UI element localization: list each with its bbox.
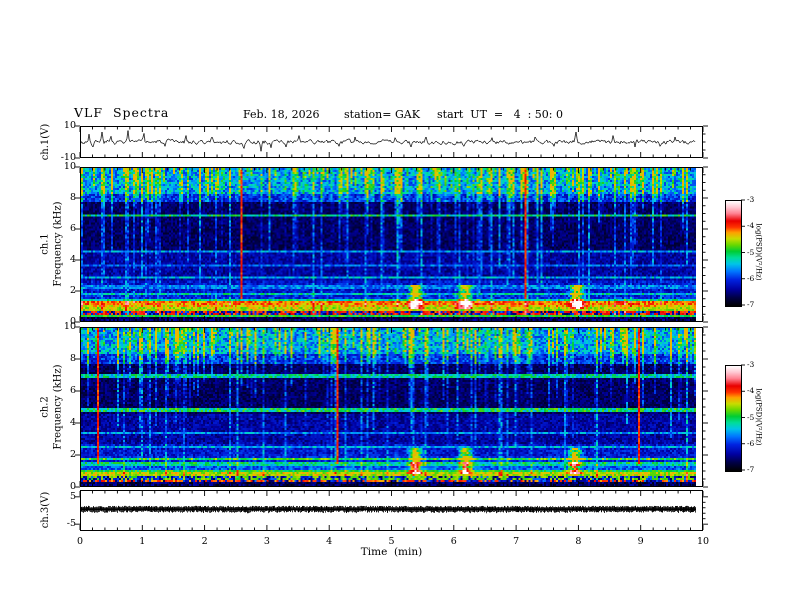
ch2-spectrogram-canvas	[81, 328, 696, 486]
ch1-waveform-canvas	[81, 127, 696, 157]
x-tick-label: 10	[696, 536, 710, 547]
figure-title: VLF Spectra	[74, 105, 170, 120]
x-tick-label: 4	[326, 536, 333, 547]
y-tick-label: 2	[69, 285, 76, 296]
ch1-spectrogram-panel	[80, 167, 703, 322]
x-tick-label: 5	[388, 536, 395, 547]
x-tick-label: 7	[513, 536, 520, 547]
ch1-frequency-axis-label-line1: ch.1	[39, 233, 51, 255]
colorbar-psd-ch2-label: log(PSD)(V²/Hz)	[754, 388, 763, 446]
ch1-frequency-axis-label-line2: Frequency (kHz)	[52, 201, 63, 287]
x-tick-label: 1	[139, 536, 146, 547]
colorbar-psd-ch1-label: log(PSD)(V²/Hz)	[754, 223, 763, 281]
colorbar-tick-label: -7	[747, 465, 755, 474]
ch1-frequency-axis-label: ch.1 Frequency (kHz)	[40, 201, 65, 286]
colorbar-tick-label: -6	[747, 273, 755, 283]
x-tick-label: 3	[263, 536, 270, 547]
colorbar-tick-label: -4	[747, 386, 755, 396]
start-ut-label: start UT = 4 : 50: 0	[437, 108, 563, 121]
x-tick-label: 6	[450, 536, 457, 547]
y-tick-label: 10	[63, 120, 76, 131]
y-tick-label: 4	[69, 417, 76, 428]
y-tick-label: 8	[69, 353, 76, 364]
time-axis-label: Time (min)	[360, 546, 423, 558]
ch3-waveform-canvas	[81, 491, 696, 530]
x-tick-label: 8	[575, 536, 582, 547]
y-tick-label: 2	[69, 449, 76, 460]
ch2-frequency-axis-label: ch.2 Frequency (kHz)	[40, 364, 65, 449]
ch2-frequency-axis-label-line1: ch.2	[39, 396, 51, 418]
ch1-spectrogram-canvas	[81, 168, 696, 321]
ch3-waveform-panel	[80, 490, 703, 531]
station-label: station= GAK	[344, 108, 420, 121]
y-tick-label: 5	[69, 490, 76, 502]
y-tick-label: -5	[66, 518, 76, 530]
vlf-spectra-figure: VLF Spectra Feb. 18, 2026 station= GAK s…	[0, 0, 792, 612]
date-label: Feb. 18, 2026	[243, 108, 320, 121]
y-tick-label: 10	[63, 161, 76, 172]
colorbar-tick-label: -3	[747, 195, 755, 204]
colorbar-psd-ch1	[725, 200, 742, 307]
y-tick-label: 8	[69, 192, 76, 203]
colorbar-tick-label: -6	[747, 438, 755, 448]
colorbar-tick-label: -5	[747, 412, 755, 422]
colorbar-psd-ch2	[725, 365, 742, 472]
x-tick-label: 9	[637, 536, 644, 547]
colorbar-tick-label: -5	[747, 247, 755, 257]
colorbar-tick-label: -3	[747, 360, 755, 369]
x-tick-label: 2	[201, 536, 208, 547]
x-tick-label: 0	[76, 536, 84, 547]
y-tick-label: 10	[63, 321, 76, 332]
ch2-spectrogram-panel	[80, 327, 703, 487]
colorbar-tick-label: -7	[747, 300, 755, 309]
y-tick-label: 6	[69, 223, 76, 234]
ch1-waveform-panel	[80, 126, 703, 158]
y-tick-label: 4	[69, 254, 76, 265]
ch2-frequency-axis-label-line2: Frequency (kHz)	[52, 364, 63, 450]
y-tick-label: 6	[69, 385, 76, 396]
colorbar-tick-label: -4	[747, 221, 755, 231]
